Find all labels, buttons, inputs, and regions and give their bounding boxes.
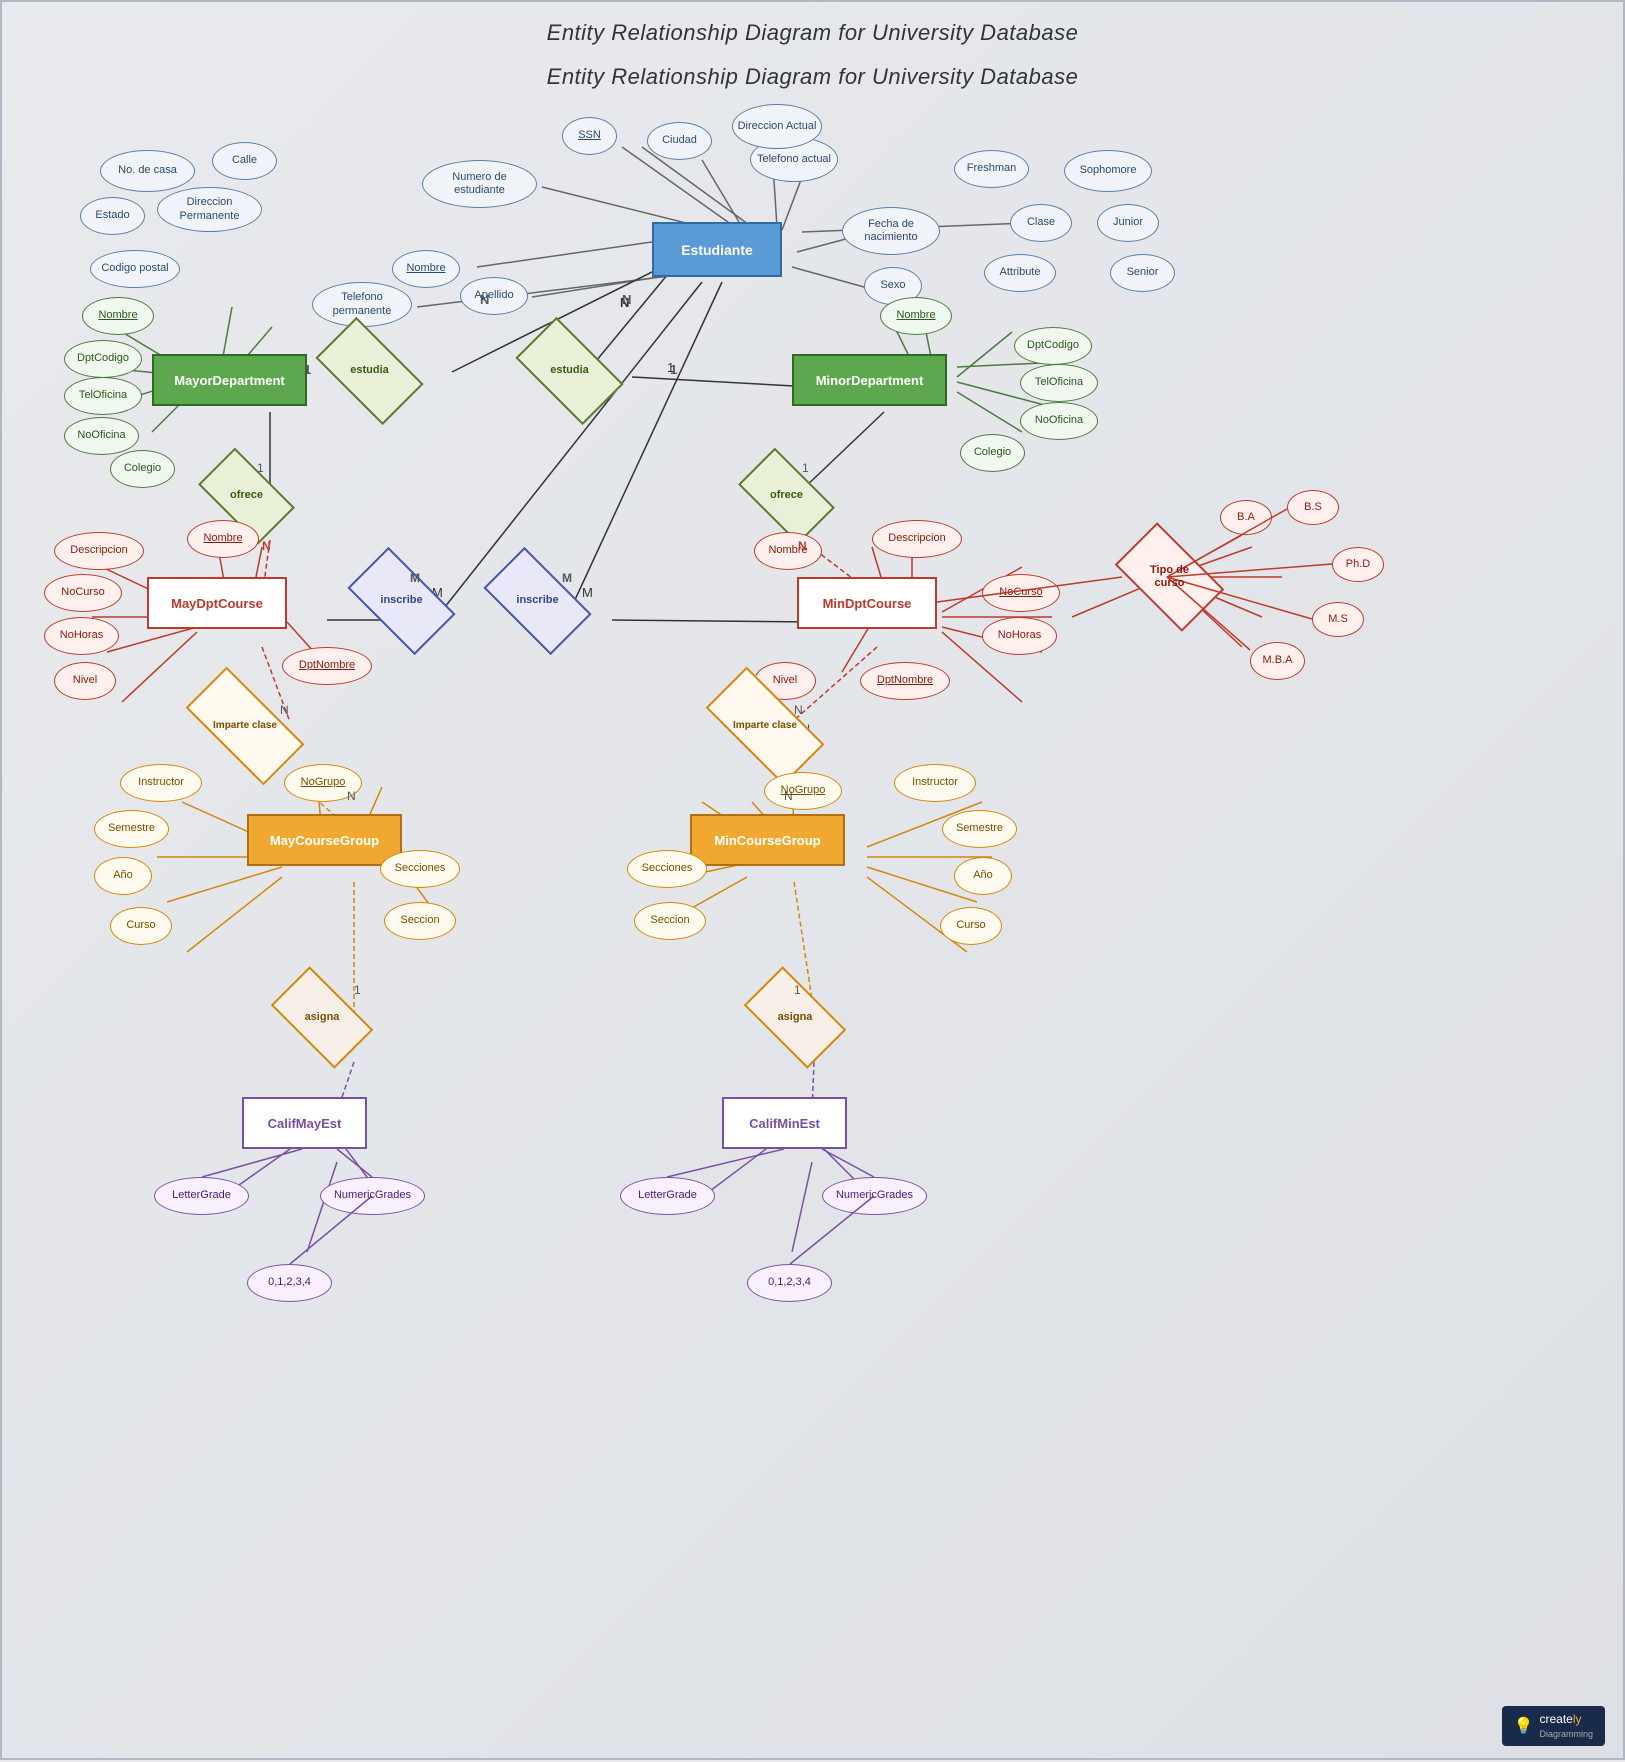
attr-apellido: Apellido bbox=[460, 277, 528, 315]
attr-tipo-ba: B.A bbox=[1220, 500, 1272, 535]
attr-min-letter-grade: LetterGrade bbox=[620, 1177, 715, 1215]
attr-may-nivel: Nivel bbox=[54, 662, 116, 700]
attr-direccion-permanente: Direccion Permanente bbox=[157, 187, 262, 232]
attr-no-de-casa: No. de casa bbox=[100, 150, 195, 192]
attr-may-curso: Curso bbox=[110, 907, 172, 945]
entity-may-dpt-course: MayDptCourse bbox=[147, 577, 287, 629]
diamond-estudia-2: estudia bbox=[522, 342, 617, 400]
diamond-ofrece-2: ofrece bbox=[744, 470, 829, 522]
entity-estudiante: Estudiante bbox=[652, 222, 782, 277]
attr-may-nombre: Nombre bbox=[187, 520, 259, 558]
attr-min-instructor: Instructor bbox=[894, 764, 976, 802]
attr-mayor-colegio: Colegio bbox=[110, 450, 175, 488]
diamond-imparte-clase-1: Imparte clase bbox=[190, 697, 300, 755]
diamond-tipo-de-curso: Tipo decurso bbox=[1122, 547, 1217, 607]
attr-min-curso: Curso bbox=[940, 907, 1002, 945]
svg-text:N: N bbox=[620, 295, 629, 310]
lines-svg-2: 1 1 N N M M N N 1 1 N N N N 1 1 bbox=[2, 2, 1625, 1762]
attr-junior: Junior bbox=[1097, 204, 1159, 242]
attr-may-numeric-grades: NumericGrades bbox=[320, 1177, 425, 1215]
attr-tipo-mba: M.B.A bbox=[1250, 642, 1305, 680]
attr-min-nombre: Nombre bbox=[754, 532, 822, 570]
entity-mayor-department: MayorDepartment bbox=[152, 354, 307, 406]
attr-may-semestre: Semestre bbox=[94, 810, 169, 848]
entity-calif-min-est: CalifMinEst bbox=[722, 1097, 847, 1149]
attr-may-nohoras: NoHoras bbox=[44, 617, 119, 655]
attr-calle: Calle bbox=[212, 142, 277, 180]
attr-may-anio: Año bbox=[94, 857, 152, 895]
attr-may-nocurso: NoCurso bbox=[44, 574, 122, 612]
attr-may-instructor: Instructor bbox=[120, 764, 202, 802]
attr-tipo-phd: Ph.D bbox=[1332, 547, 1384, 582]
attr-ssn: SSN bbox=[562, 117, 617, 155]
diamond-estudia-1: estudia bbox=[322, 342, 417, 400]
creately-logo: 💡 createlyDiagramming bbox=[1502, 1706, 1605, 1746]
svg-text:1: 1 bbox=[670, 362, 677, 377]
entity-min-course-group: MinCourseGroup bbox=[690, 814, 845, 866]
attr-tipo-ms: M.S bbox=[1312, 602, 1364, 637]
diagram-title: Entity Relationship Diagram for Universi… bbox=[2, 2, 1623, 46]
attr-min-semestre: Semestre bbox=[942, 810, 1017, 848]
svg-text:N: N bbox=[622, 292, 631, 307]
attr-mayor-teloficina: TelOficina bbox=[64, 377, 142, 415]
attr-clase: Clase bbox=[1010, 204, 1072, 242]
attr-may-seccion: Seccion bbox=[384, 902, 456, 940]
attr-minor-nombre: Nombre bbox=[880, 297, 952, 335]
attr-estado: Estado bbox=[80, 197, 145, 235]
attr-ciudad: Ciudad bbox=[647, 122, 712, 160]
attr-nombre-blue: Nombre bbox=[392, 250, 460, 288]
attr-sophomore: Sophomore bbox=[1064, 150, 1152, 192]
attr-min-secciones: Secciones bbox=[627, 850, 707, 888]
attr-mayor-nombre: Nombre bbox=[82, 297, 154, 335]
svg-text:1: 1 bbox=[667, 360, 674, 375]
entity-min-dpt-course: MinDptCourse bbox=[797, 577, 937, 629]
attr-may-dpt-nombre: DptNombre bbox=[282, 647, 372, 685]
diamond-inscribe-1: inscribe bbox=[354, 572, 449, 630]
attr-min-descripcion: Descripcion bbox=[872, 520, 962, 558]
attr-attribute: Attribute bbox=[984, 254, 1056, 292]
diagram-container: Entity Relationship Diagram for Universi… bbox=[0, 0, 1625, 1760]
lines-svg: N N 1 1 M M N N N N N N bbox=[2, 2, 1625, 1762]
attr-direccion-actual: Direccion Actual bbox=[732, 104, 822, 149]
attr-tipo-bs: B.S bbox=[1287, 490, 1339, 525]
page-title: Entity Relationship Diagram for Universi… bbox=[2, 46, 1623, 90]
attr-codigo-postal: Codigo postal bbox=[90, 250, 180, 288]
attr-min-nohoras: NoHoras bbox=[982, 617, 1057, 655]
attr-may-secciones: Secciones bbox=[380, 850, 460, 888]
diamond-imparte-clase-2: Imparte clase bbox=[710, 697, 820, 755]
attr-minor-nooficina: NoOficina bbox=[1020, 402, 1098, 440]
attr-mayor-nooficina: NoOficina bbox=[64, 417, 139, 455]
svg-text:N: N bbox=[262, 539, 271, 553]
diamond-asigna-2: asigna bbox=[750, 990, 840, 1045]
bulb-icon: 💡 bbox=[1514, 1716, 1534, 1736]
diamond-asigna-1: asigna bbox=[277, 990, 367, 1045]
attr-min-numeric-grades: NumericGrades bbox=[822, 1177, 927, 1215]
entity-may-course-group: MayCourseGroup bbox=[247, 814, 402, 866]
creately-brand: createlyDiagramming bbox=[1539, 1712, 1593, 1740]
attr-min-nocurso: NoCurso bbox=[982, 574, 1060, 612]
attr-minor-colegio: Colegio bbox=[960, 434, 1025, 472]
entity-calif-may-est: CalifMayEst bbox=[242, 1097, 367, 1149]
attr-min-anio: Año bbox=[954, 857, 1012, 895]
attr-freshman: Freshman bbox=[954, 150, 1029, 188]
attr-senior: Senior bbox=[1110, 254, 1175, 292]
attr-telefono-permanente: Telefono permanente bbox=[312, 282, 412, 327]
attr-may-letter-grade: LetterGrade bbox=[154, 1177, 249, 1215]
attr-min-dpt-nombre: DptNombre bbox=[860, 662, 950, 700]
attr-numero-de-estudiante: Numero de estudiante bbox=[422, 160, 537, 208]
attr-minor-dptcodigo: DptCodigo bbox=[1014, 327, 1092, 365]
diamond-inscribe-2: inscribe bbox=[490, 572, 585, 630]
attr-minor-teloficina: TelOficina bbox=[1020, 364, 1098, 402]
attr-may-0-1-2-3-4: 0,1,2,3,4 bbox=[247, 1264, 332, 1302]
entity-minor-department: MinorDepartment bbox=[792, 354, 947, 406]
attr-may-no-grupo: NoGrupo bbox=[284, 764, 362, 802]
attr-min-0-1-2-3-4: 0,1,2,3,4 bbox=[747, 1264, 832, 1302]
attr-may-descripcion: Descripcion bbox=[54, 532, 144, 570]
diamond-ofrece-1: ofrece bbox=[204, 470, 289, 522]
attr-fecha-nacimiento: Fecha de nacimiento bbox=[842, 207, 940, 255]
attr-mayor-dptcodigo: DptCodigo bbox=[64, 340, 142, 378]
attr-min-seccion: Seccion bbox=[634, 902, 706, 940]
attr-min-no-grupo: NoGrupo bbox=[764, 772, 842, 810]
